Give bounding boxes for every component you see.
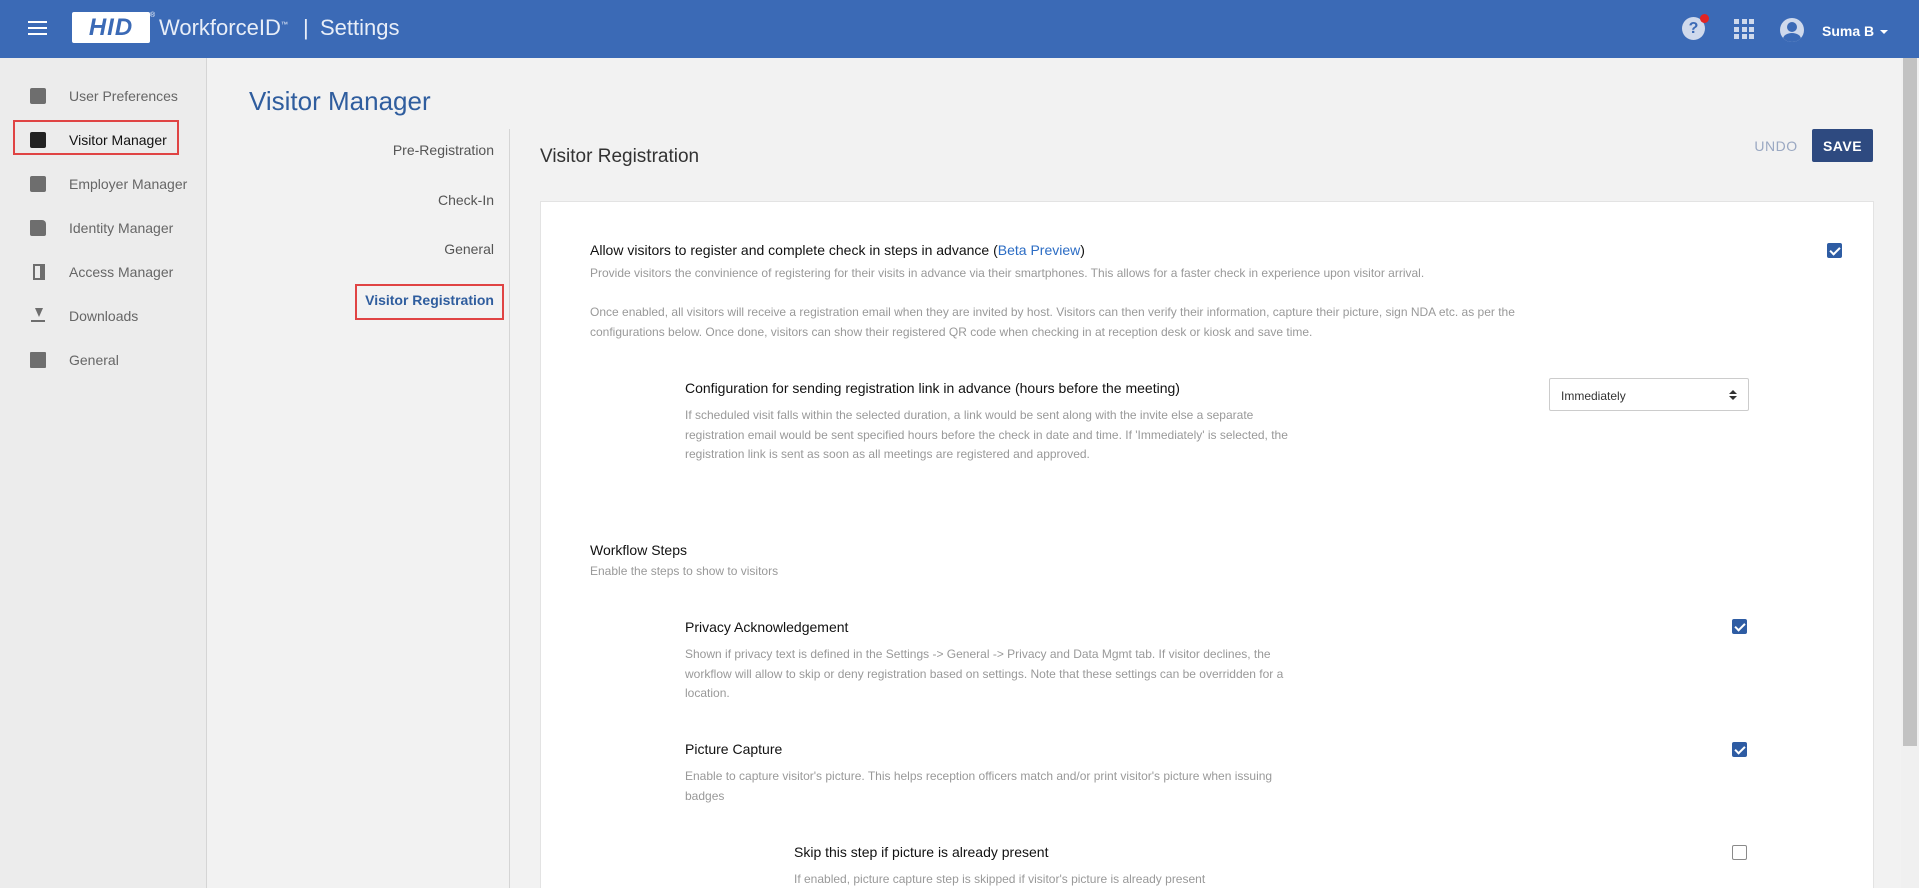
workflow-steps-title: Workflow Steps [590,542,687,558]
skip-picture-step-checkbox[interactable] [1732,845,1747,860]
page-title: Visitor Manager [249,86,431,116]
sidebar-item-label: Downloads [69,308,139,324]
picture-capture-checkbox[interactable] [1732,742,1747,757]
privacy-acknowledgement-checkbox[interactable] [1732,619,1747,634]
top-app-bar: HID ® WorkforceID™ | Settings ? Suma B [0,0,1919,58]
active-tab-highlight [355,284,504,320]
sidebar-item-downloads[interactable]: Downloads [0,298,207,334]
allow-advance-registration-desc: Provide visitors the convinience of regi… [590,266,1425,280]
notification-dot [1700,14,1709,23]
subnav-divider [509,129,510,888]
tab-general[interactable]: General [444,241,494,257]
registration-link-config-desc: If scheduled visit falls within the sele… [685,408,1288,461]
registration-link-timing-select[interactable]: Immediately [1549,378,1749,411]
sidebar-item-label: General [69,352,119,368]
sidebar-item-label: Identity Manager [69,220,174,236]
tab-pre-registration[interactable]: Pre-Registration [393,142,494,158]
employee-badge-icon [30,176,46,192]
sort-arrows-icon [1729,396,1737,400]
sidebar-item-label: Employer Manager [69,176,188,192]
select-value: Immediately [1561,389,1626,403]
logo-trademark: ® [150,12,156,19]
sidebar-item-label: Access Manager [69,264,174,280]
hamburger-menu-icon[interactable] [28,21,47,36]
section-title: Visitor Registration [540,146,700,167]
privacy-acknowledgement-desc: Shown if privacy text is defined in the … [685,647,1284,700]
beta-preview-link[interactable]: Beta Preview [998,242,1080,258]
allow-advance-registration-title: Allow visitors to register and complete … [590,242,1085,258]
tab-check-in[interactable]: Check-In [438,192,494,208]
picture-capture-title: Picture Capture [685,741,783,757]
sidebar-item-identity-manager[interactable]: Identity Manager [0,210,207,246]
sidebar-item-general[interactable]: General [0,342,207,378]
list-icon [30,352,46,368]
allow-advance-registration-checkbox[interactable] [1827,243,1842,258]
picture-capture-desc: Enable to capture visitor's picture. Thi… [685,769,1273,803]
apps-grid-icon[interactable] [1734,19,1754,39]
user-avatar-icon[interactable] [1780,18,1804,42]
save-button[interactable]: SAVE [1812,129,1873,162]
app-section-title: Settings [320,15,400,40]
registration-link-config-title: Configuration for sending registration l… [685,380,1180,396]
download-icon [30,308,46,324]
allow-advance-registration-details: Once enabled, all visitors will receive … [590,305,1515,339]
user-name-label: Suma B [1822,23,1875,39]
app-trademark: ™ [280,21,288,29]
app-name: WorkforceID™ [159,15,288,41]
hid-logo: HID [72,12,150,43]
sort-arrows-icon [1729,390,1737,394]
user-icon [30,88,46,104]
title-separator: | [303,15,309,40]
sidebar-item-employer-manager[interactable]: Employer Manager [0,166,207,202]
sidebar-item-label: User Preferences [69,88,178,104]
sidebar: User Preferences Visitor Manager Employe… [0,58,207,888]
app-name-text: WorkforceID [159,15,281,40]
sidebar-item-user-preferences[interactable]: User Preferences [0,78,207,114]
user-menu[interactable]: Suma B [1822,23,1889,39]
privacy-acknowledgement-title: Privacy Acknowledgement [685,619,849,635]
identity-folder-icon [30,220,46,236]
title-prefix: Allow visitors to register and complete … [590,242,998,258]
active-item-highlight [13,120,179,155]
scrollbar-thumb[interactable] [1903,58,1917,746]
title-suffix: ) [1080,242,1085,258]
sidebar-item-access-manager[interactable]: Access Manager [0,254,207,290]
skip-picture-step-desc: If enabled, picture capture step is skip… [794,872,1206,886]
workflow-steps-desc: Enable the steps to show to visitors [590,564,779,578]
door-icon [33,264,45,280]
caret-down-icon [1880,30,1889,35]
skip-picture-step-title: Skip this step if picture is already pre… [794,844,1049,860]
undo-button[interactable]: UNDO [1748,130,1804,161]
